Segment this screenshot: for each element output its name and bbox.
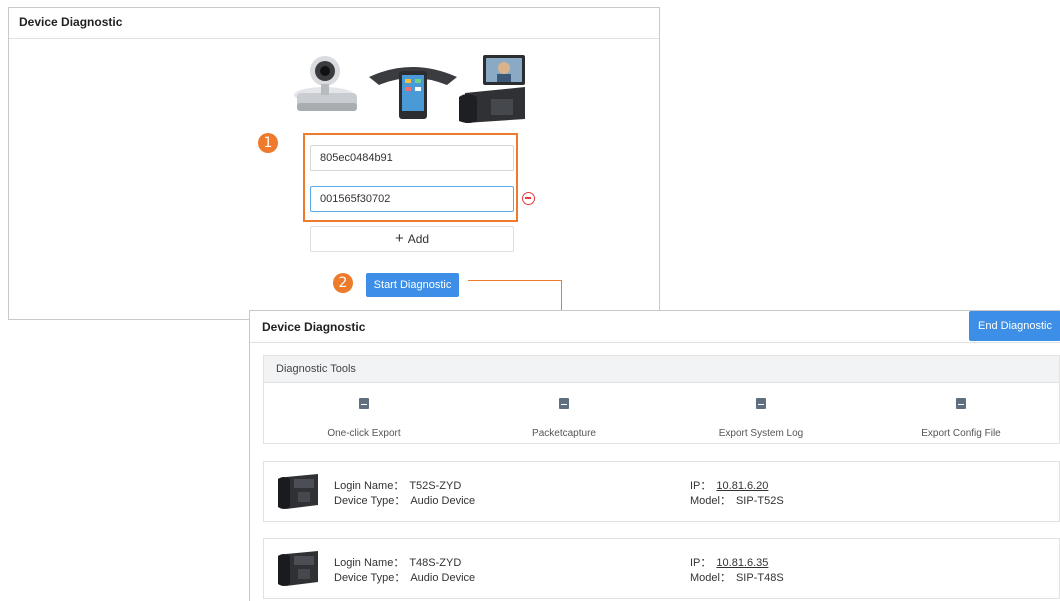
video-camera-icon — [294, 56, 357, 111]
desk-phone-icon — [278, 551, 318, 586]
panel-header: Device Diagnostic End Diagnostic — [250, 311, 1060, 343]
panel-title: Device Diagnostic — [9, 8, 659, 39]
device-type: Device Type： Audio Device — [334, 572, 476, 584]
export-icon — [359, 398, 369, 409]
step-2-badge: 2 — [333, 273, 353, 293]
tool-label: Export System Log — [718, 428, 804, 439]
log-icon — [756, 398, 766, 409]
ip-link[interactable]: 10.81.6.20 — [716, 480, 768, 492]
conference-phone-icon — [369, 67, 457, 119]
device-card: Login Name： T48S-ZYD Device Type： Audio De… — [263, 538, 1060, 599]
tool-export-config-file[interactable]: Export Config File — [861, 396, 1060, 439]
connector-line — [468, 280, 562, 281]
tools-heading: Diagnostic Tools — [264, 356, 1059, 383]
mac-address-input-1[interactable]: 805ec0484b91 — [310, 145, 514, 171]
tool-one-click-export[interactable]: One-click Export — [264, 396, 464, 439]
panel-title: Device Diagnostic — [262, 320, 366, 334]
tool-label: Packetcapture — [532, 428, 596, 439]
device-diagnostic-results-panel: Device Diagnostic End Diagnostic Diagnos… — [249, 310, 1060, 601]
device-type: Device Type： Audio Device — [334, 495, 476, 507]
step-1-badge: 1 — [258, 133, 278, 153]
end-diagnostic-button[interactable]: End Diagnostic — [969, 311, 1060, 341]
desk-phone-icon — [459, 55, 525, 123]
device-ip: IP： 10.81.6.20 — [690, 480, 769, 492]
tool-label: One-click Export — [327, 428, 401, 439]
tool-export-system-log[interactable]: Export System Log — [661, 396, 861, 439]
devices-illustration — [294, 55, 525, 123]
login-name: Login Name： T48S-ZYD — [334, 557, 462, 569]
device-model: Model： SIP-T52S — [690, 495, 784, 507]
device-model: Model： SIP-T48S — [690, 572, 784, 584]
diagnostic-tools-section: Diagnostic Tools One-click Export Packet… — [263, 355, 1060, 444]
start-diagnostic-button[interactable]: Start Diagnostic — [366, 273, 459, 297]
tool-label: Export Config File — [921, 428, 1001, 439]
packet-icon — [559, 398, 569, 409]
desk-phone-icon — [278, 474, 318, 509]
ip-link[interactable]: 10.81.6.35 — [716, 557, 768, 569]
add-device-button[interactable]: + Add — [310, 226, 514, 252]
remove-input-icon[interactable] — [522, 192, 535, 205]
plus-icon: + — [394, 230, 404, 247]
device-card: Login Name： T52S-ZYD Device Type： Audio De… — [263, 461, 1060, 522]
config-file-icon — [956, 398, 966, 409]
login-name: Login Name： T52S-ZYD — [334, 480, 462, 492]
tool-packetcapture[interactable]: Packetcapture — [464, 396, 664, 439]
device-ip: IP： 10.81.6.35 — [690, 557, 769, 569]
mac-address-input-2[interactable]: 001565f30702 — [310, 186, 514, 212]
add-label: Add — [407, 232, 430, 246]
